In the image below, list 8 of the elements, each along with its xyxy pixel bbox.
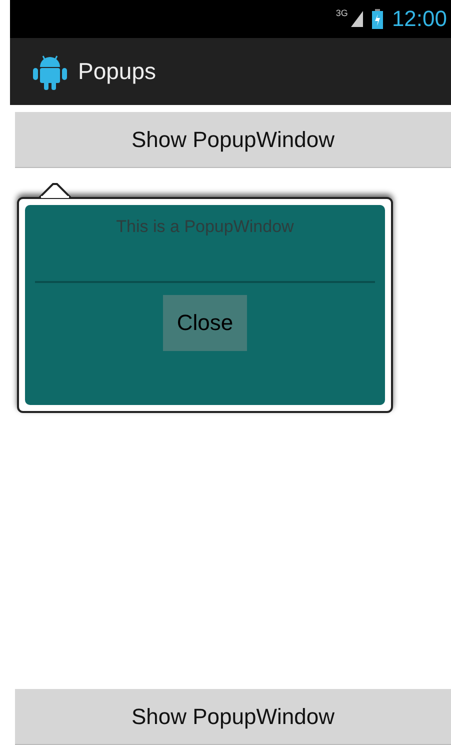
close-button[interactable]: Close [163,295,247,351]
app-title: Popups [78,58,156,85]
battery-charging-icon [372,9,383,29]
show-popup-button[interactable]: Show PopupWindow [15,112,451,168]
clock: 12:00 [392,6,447,32]
network-type: 3G [336,8,348,18]
signal-icon [350,11,363,27]
show-popup-button[interactable]: Show PopupWindow [15,689,451,745]
